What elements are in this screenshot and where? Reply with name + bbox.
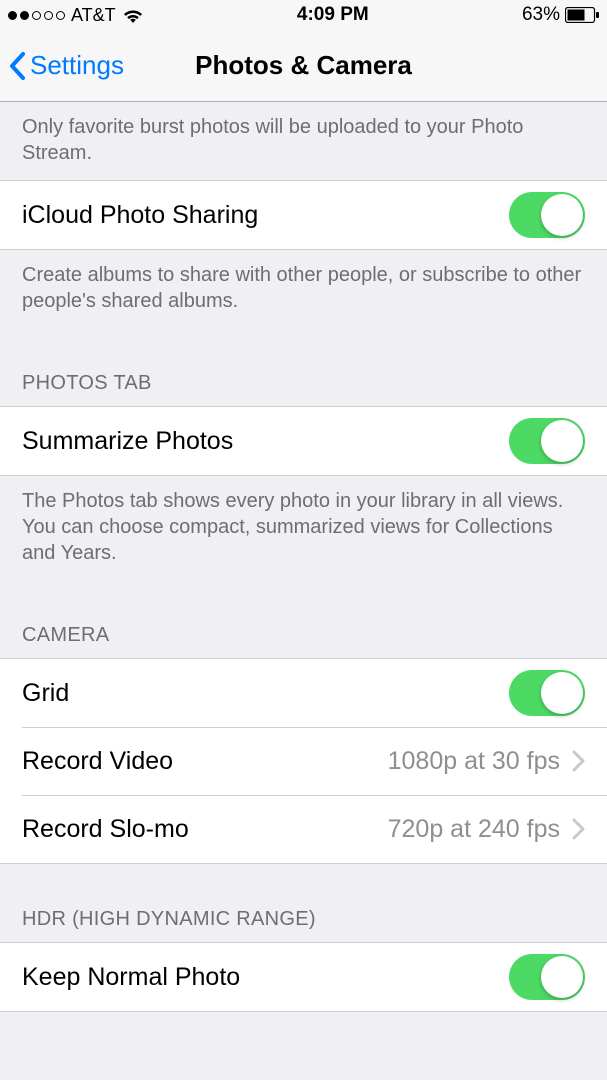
record-video-value: 1080p at 30 fps — [388, 747, 560, 776]
icloud-photo-sharing-toggle[interactable] — [509, 192, 585, 238]
back-label: Settings — [30, 50, 124, 81]
summarize-photos-label: Summarize Photos — [22, 427, 509, 456]
content: Only favorite burst photos will be uploa… — [0, 102, 607, 1012]
grid-label: Grid — [22, 679, 509, 708]
battery-icon — [565, 7, 599, 23]
camera-header: CAMERA — [0, 580, 607, 658]
icloud-photo-sharing-row[interactable]: iCloud Photo Sharing — [0, 181, 607, 249]
record-slomo-value: 720p at 240 fps — [388, 815, 560, 844]
status-time: 4:09 PM — [297, 4, 369, 26]
summarize-photos-toggle[interactable] — [509, 418, 585, 464]
grid-toggle[interactable] — [509, 670, 585, 716]
record-slomo-label: Record Slo-mo — [22, 815, 388, 844]
photos-tab-header: PHOTOS TAB — [0, 328, 607, 406]
record-video-row[interactable]: Record Video 1080p at 30 fps — [0, 727, 607, 795]
status-left: AT&T — [8, 5, 144, 26]
back-button[interactable]: Settings — [0, 50, 124, 81]
status-right: 63% — [522, 4, 599, 26]
record-slomo-row[interactable]: Record Slo-mo 720p at 240 fps — [0, 795, 607, 863]
keep-normal-photo-toggle[interactable] — [509, 954, 585, 1000]
nav-header: Settings Photos & Camera — [0, 30, 607, 102]
icloud-sharing-footer-text: Create albums to share with other people… — [0, 250, 607, 328]
camera-group: Grid Record Video 1080p at 30 fps Record… — [0, 658, 607, 864]
photos-tab-footer-text: The Photos tab shows every photo in your… — [0, 476, 607, 580]
grid-row[interactable]: Grid — [0, 659, 607, 727]
chevron-right-icon — [572, 818, 585, 840]
burst-footer-text: Only favorite burst photos will be uploa… — [0, 102, 607, 180]
icloud-photo-sharing-label: iCloud Photo Sharing — [22, 201, 509, 230]
record-video-label: Record Video — [22, 747, 388, 776]
chevron-right-icon — [572, 750, 585, 772]
hdr-group: Keep Normal Photo — [0, 942, 607, 1012]
signal-strength-icon — [8, 11, 65, 20]
back-chevron-icon — [8, 51, 26, 81]
hdr-header: HDR (HIGH DYNAMIC RANGE) — [0, 864, 607, 942]
wifi-icon — [122, 7, 144, 24]
summarize-photos-row[interactable]: Summarize Photos — [0, 407, 607, 475]
carrier-label: AT&T — [71, 5, 116, 26]
photos-tab-group: Summarize Photos — [0, 406, 607, 476]
status-bar: AT&T 4:09 PM 63% — [0, 0, 607, 30]
keep-normal-photo-row[interactable]: Keep Normal Photo — [0, 943, 607, 1011]
page-title: Photos & Camera — [195, 50, 412, 81]
battery-percentage: 63% — [522, 4, 560, 26]
keep-normal-photo-label: Keep Normal Photo — [22, 963, 509, 992]
icloud-sharing-group: iCloud Photo Sharing — [0, 180, 607, 250]
